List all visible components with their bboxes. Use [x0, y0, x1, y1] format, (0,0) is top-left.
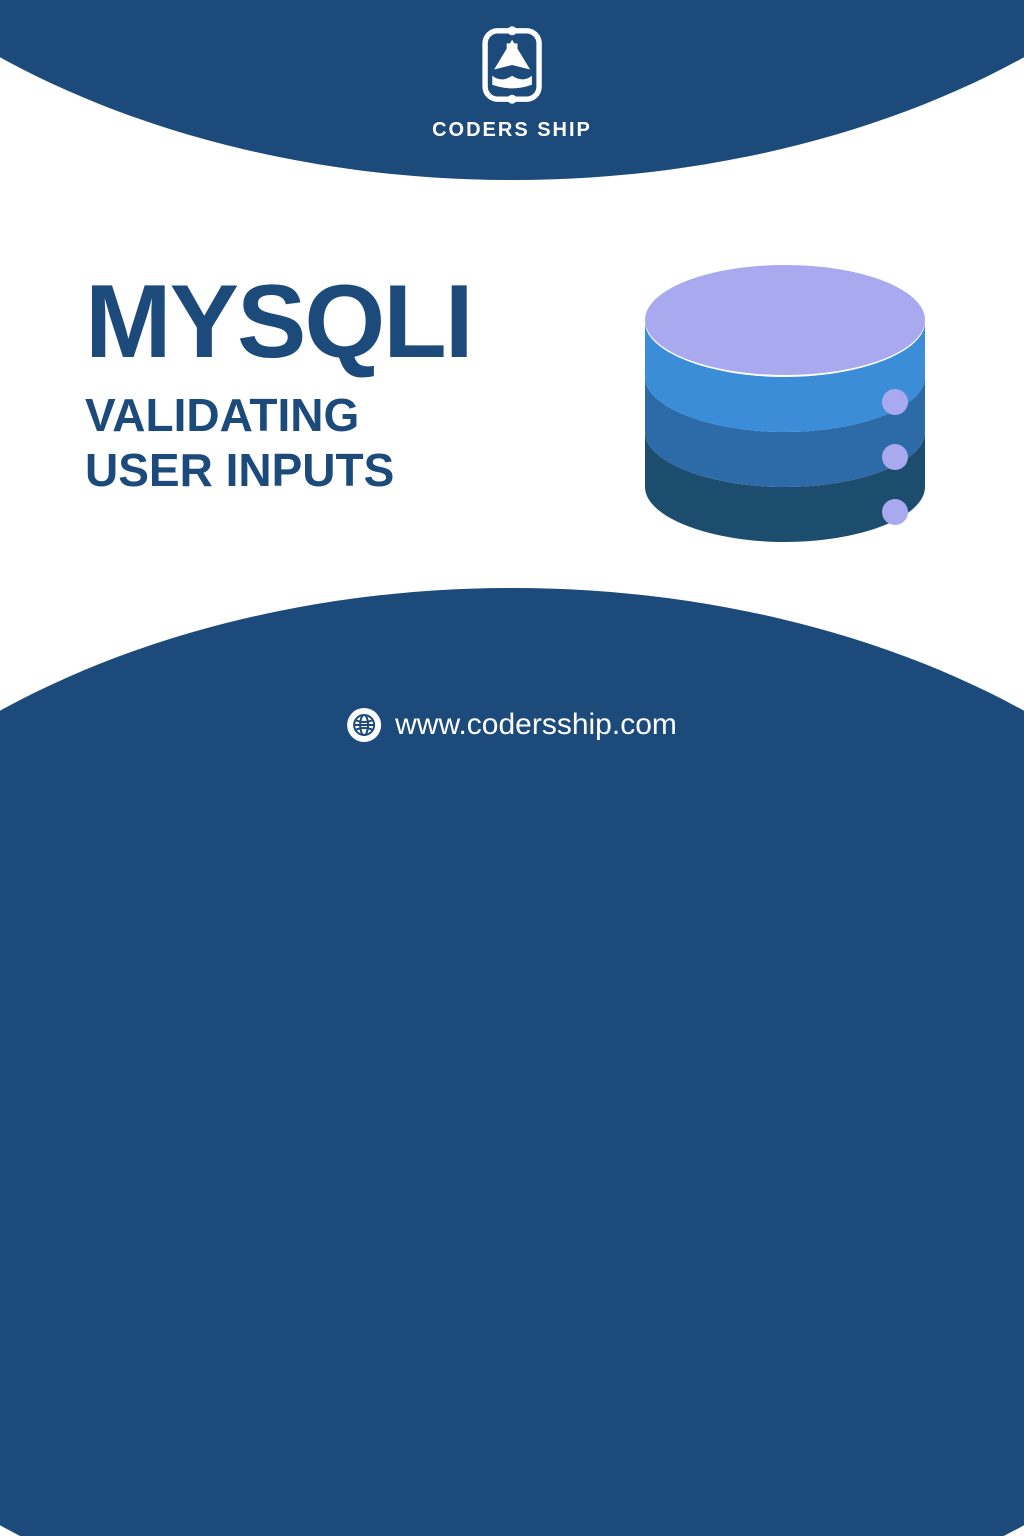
footer-bar: www.codersship.com: [347, 708, 677, 742]
headline-block: MYSQLI VALIDATING USER INPUTS: [85, 270, 472, 498]
page-subtitle: VALIDATING USER INPUTS: [85, 388, 472, 498]
page-title: MYSQLI: [85, 270, 472, 374]
brand-logo: CODERS SHIP: [432, 20, 592, 142]
globe-icon: [347, 708, 381, 742]
ship-logo-icon: [467, 20, 557, 115]
brand-name: CODERS SHIP: [432, 119, 592, 142]
subtitle-line-1: VALIDATING: [85, 388, 472, 443]
website-url: www.codersship.com: [395, 708, 677, 742]
database-icon: [620, 262, 950, 597]
subtitle-line-2: USER INPUTS: [85, 443, 472, 498]
